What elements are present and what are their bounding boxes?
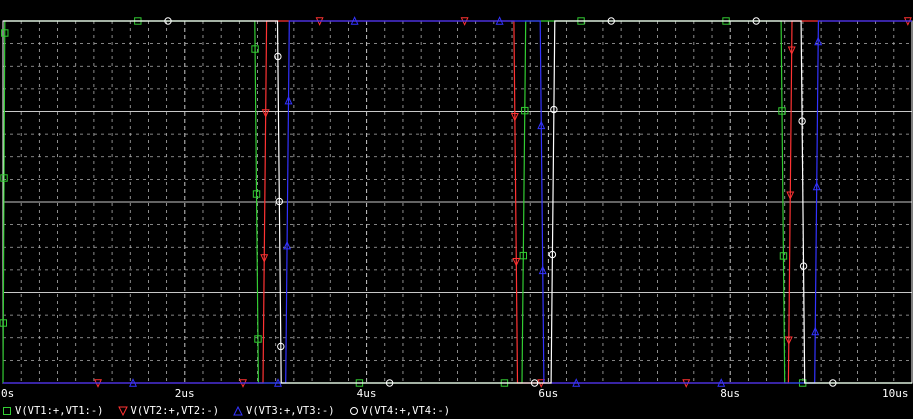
legend-item: V(VT2:+,VT2:-): [117, 405, 220, 417]
legend-label: V(VT4:+,VT4:-): [361, 405, 451, 417]
x-tick-label: 8us: [720, 387, 741, 400]
x-tick-label: 0s: [1, 387, 15, 400]
x-tick-label: 6us: [538, 387, 559, 400]
legend-marker-square-icon: [3, 407, 11, 415]
x-tick-label: 4us: [356, 387, 377, 400]
legend-item: V(VT4:+,VT4:-): [349, 405, 451, 417]
legend: V(VT1:+,VT1:-) V(VT2:+,VT2:-) V(VT3:+,VT3:…: [2, 405, 450, 417]
legend-marker-triangle-up-icon: [233, 406, 243, 416]
legend-marker-circle-icon: [349, 407, 358, 415]
legend-label: V(VT1:+,VT1:-): [15, 405, 104, 417]
x-tick-label: 2us: [174, 387, 195, 400]
x-tick-label: 10us: [882, 387, 909, 400]
legend-marker-triangle-down-icon: [117, 406, 128, 416]
legend-label: V(VT3:+,VT3:-): [246, 405, 335, 417]
legend-item: V(VT1:+,VT1:-): [2, 405, 104, 417]
legend-item: V(VT3:+,VT3:-): [233, 405, 335, 417]
plot-area: [0, 16, 913, 388]
legend-label: V(VT2:+,VT2:-): [130, 405, 220, 417]
